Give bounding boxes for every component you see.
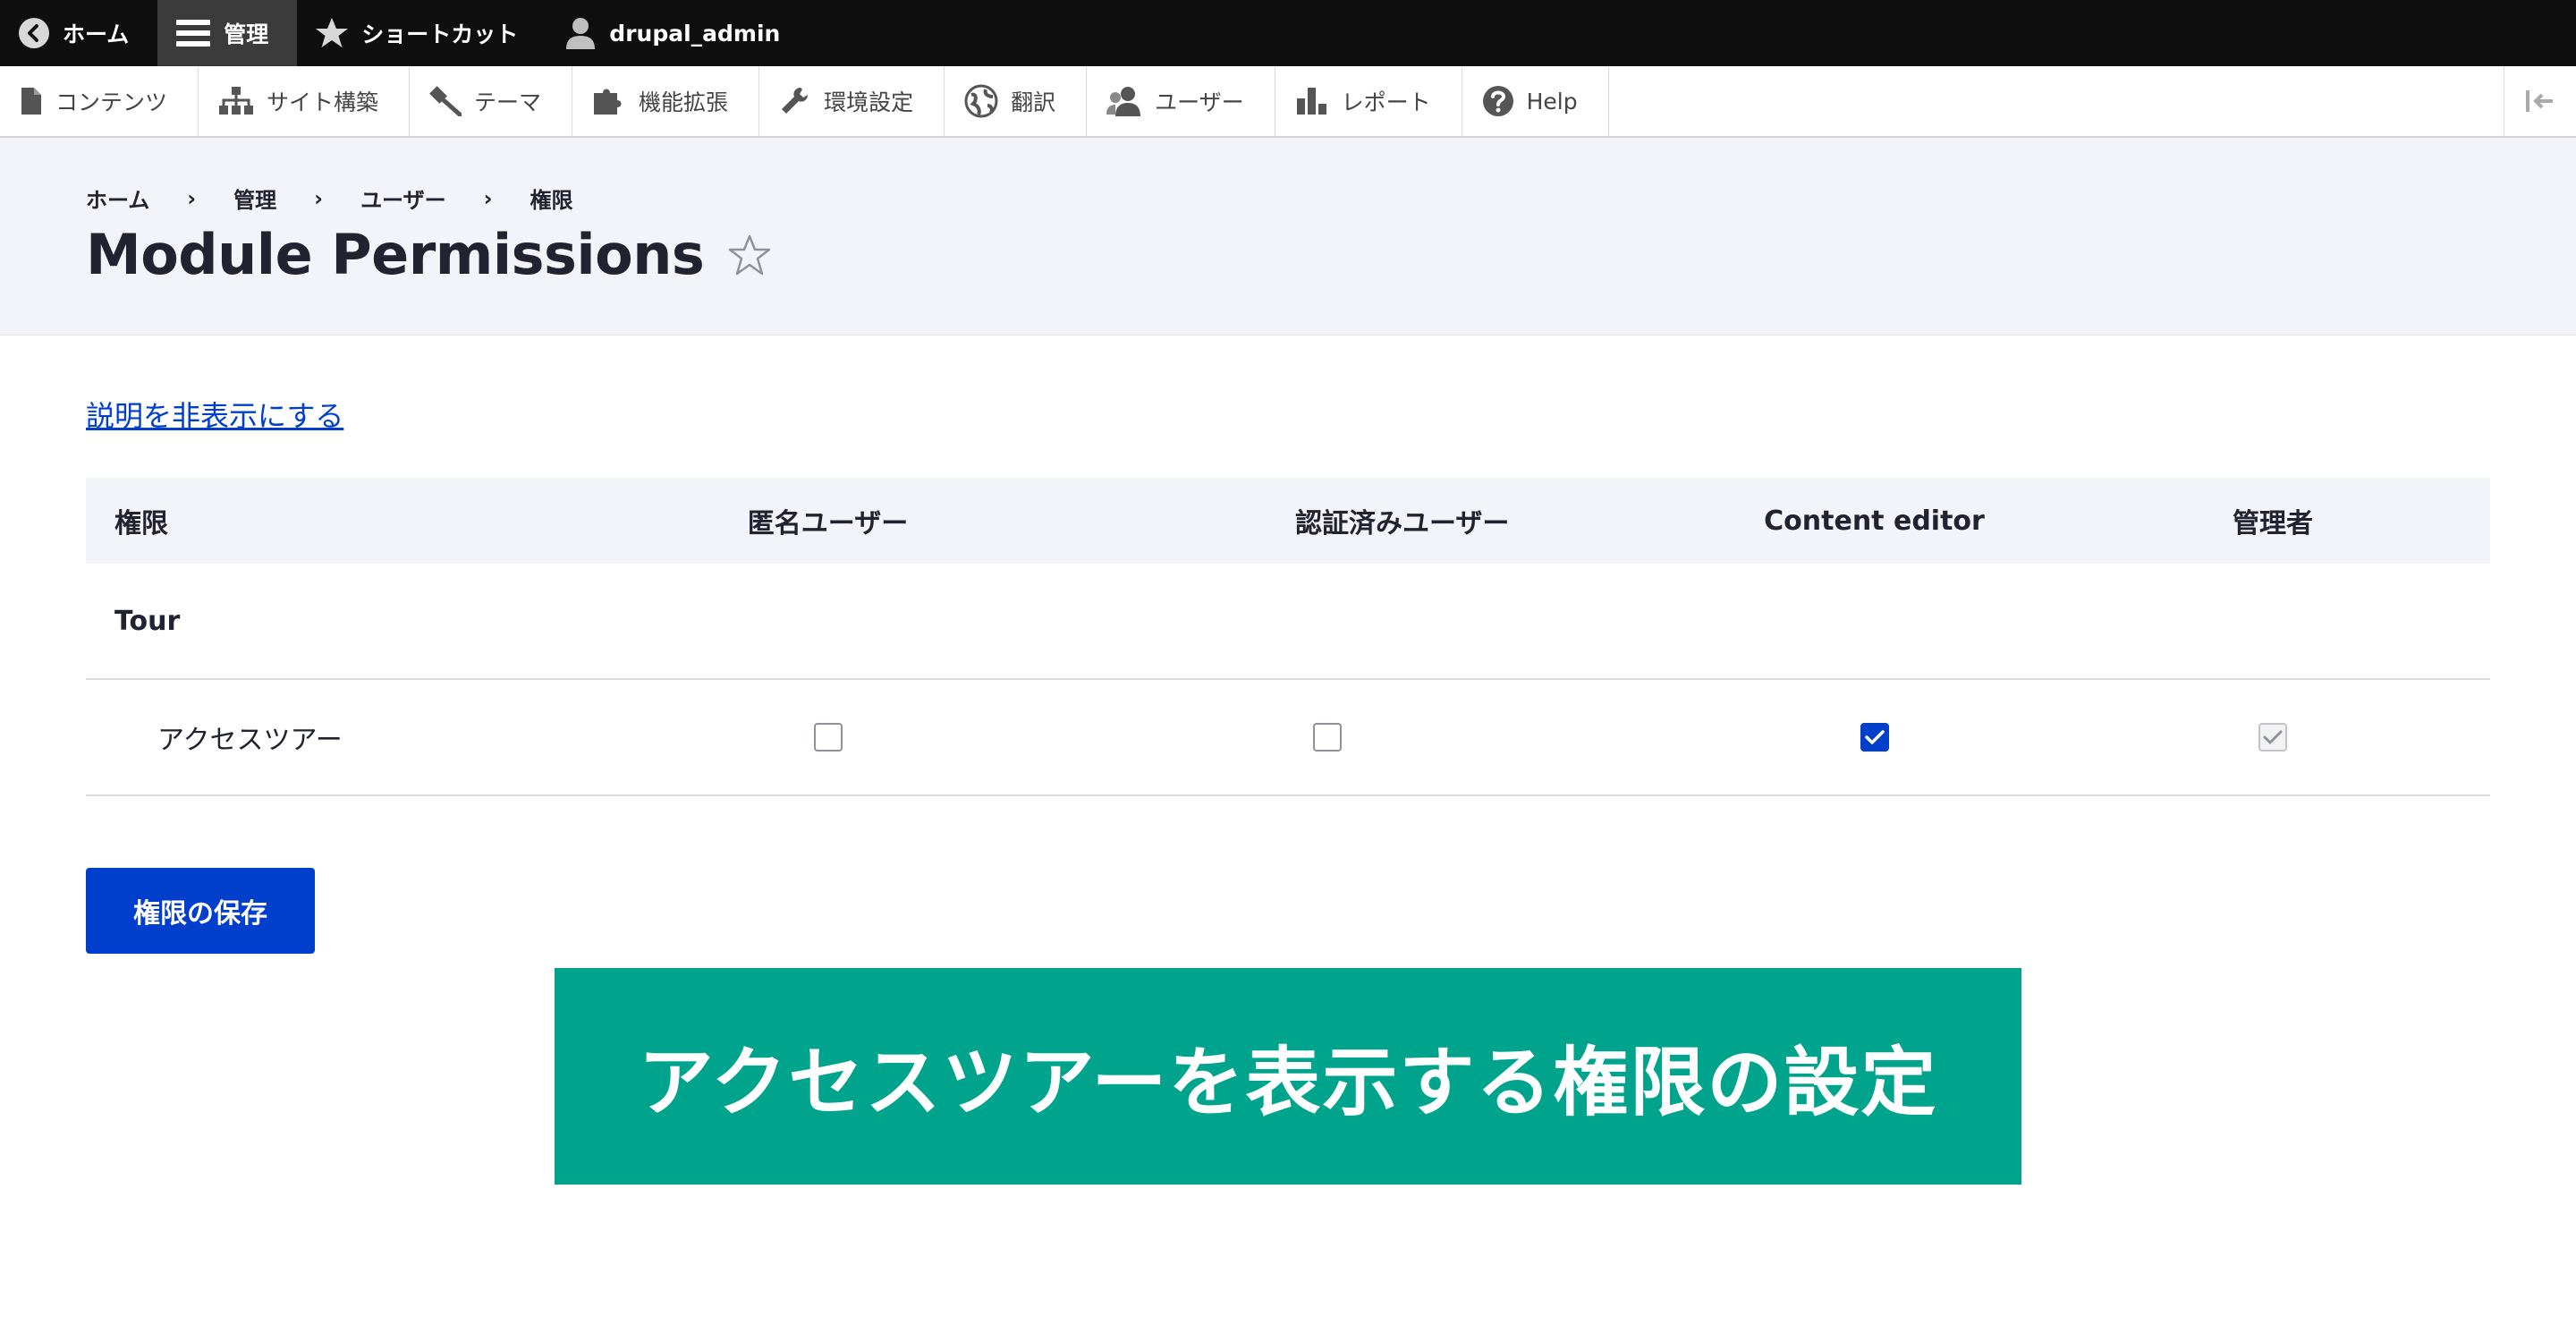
tray-item-structure[interactable]: サイト構築 (199, 66, 411, 136)
tray-item-label: 翻訳 (1011, 89, 1056, 115)
checkmark-icon (2263, 730, 2283, 744)
header-authenticated: 認証済みユーザー (1295, 508, 1510, 539)
tray-item-label: 機能拡張 (639, 89, 729, 115)
tray-item-help[interactable]: Help (1462, 66, 1609, 136)
toolbar-user-label: drupal_admin (609, 20, 781, 47)
module-group-row: Tour (86, 564, 2490, 680)
tray-item-label: レポート (1341, 89, 1431, 115)
globe-icon (964, 84, 998, 118)
anonymous-cell (669, 723, 987, 752)
toolbar-manage[interactable]: 管理 (157, 0, 298, 66)
authenticated-checkbox[interactable] (1313, 723, 1342, 752)
tray-orientation-toggle[interactable] (2504, 66, 2576, 136)
breadcrumb-separator: › (314, 185, 324, 211)
people-icon (1106, 85, 1142, 117)
header-permission: 権限 (114, 508, 168, 539)
permissions-table: 権限 匿名ユーザー 認証済みユーザー Content editor 管理者 To… (86, 478, 2490, 796)
shortcut-star-icon[interactable] (727, 234, 772, 276)
user-icon (564, 16, 597, 50)
tray-item-label: テーマ (474, 89, 542, 115)
tray-item-label: サイト構築 (267, 89, 379, 115)
tray-item-appearance[interactable]: テーマ (410, 66, 573, 136)
toolbar-home[interactable]: ホーム (0, 0, 157, 66)
tray-item-people[interactable]: ユーザー (1087, 66, 1275, 136)
help-icon (1482, 85, 1514, 117)
tray-item-translate[interactable]: 翻訳 (945, 66, 1088, 136)
tray-item-label: ユーザー (1155, 89, 1244, 115)
wrench-icon (779, 86, 811, 116)
tray-item-content[interactable]: コンテンツ (0, 66, 199, 136)
back-arrow-icon (18, 17, 50, 49)
toolbar-shortcuts-label: ショートカット (361, 21, 519, 47)
breadcrumb-people[interactable]: ユーザー (360, 183, 446, 214)
tray-item-extend[interactable]: 機能拡張 (572, 66, 760, 136)
administrator-checkbox (2258, 723, 2287, 752)
breadcrumb-home[interactable]: ホーム (86, 183, 149, 214)
admin-toolbar: ホーム 管理 ショートカット drupal_admin (0, 0, 2576, 66)
toolbar-user[interactable]: drupal_admin (547, 0, 809, 66)
page-header: ホーム › 管理 › ユーザー › 権限 Module Permissions (0, 138, 2576, 336)
breadcrumb: ホーム › 管理 › ユーザー › 権限 (86, 183, 572, 214)
content-editor-cell (1693, 723, 2055, 752)
page-title: Module Permissions (86, 222, 705, 287)
collapse-arrow-icon (2524, 89, 2556, 114)
anonymous-checkbox[interactable] (813, 723, 843, 752)
checkmark-icon (1864, 730, 1885, 744)
toolbar-manage-label: 管理 (224, 21, 269, 47)
toolbar-home-label: ホーム (63, 21, 130, 47)
sitemap-icon (218, 86, 254, 116)
table-header: 権限 匿名ユーザー 認証済みユーザー Content editor 管理者 (86, 478, 2490, 564)
authenticated-cell (987, 723, 1693, 752)
hide-descriptions-link[interactable]: 説明を非表示にする (86, 394, 343, 435)
tray-item-label: コンテンツ (55, 89, 168, 115)
permission-label: アクセスツアー (157, 725, 343, 756)
tray-item-reports[interactable]: レポート (1275, 66, 1462, 136)
puzzle-icon (592, 86, 626, 116)
caption-banner: アクセスツアーを表示する権限の設定 (555, 968, 2021, 1185)
breadcrumb-admin[interactable]: 管理 (233, 183, 276, 214)
tray-item-label: 環境設定 (824, 89, 914, 115)
bar-chart-icon (1295, 86, 1329, 116)
header-administrator: 管理者 (2233, 508, 2313, 539)
menu-icon (175, 17, 211, 49)
breadcrumb-permissions[interactable]: 権限 (530, 183, 572, 214)
administrator-cell (2055, 723, 2490, 752)
table-row: アクセスツアー (86, 680, 2490, 796)
tray-item-label: Help (1526, 88, 1578, 115)
breadcrumb-separator: › (187, 185, 197, 211)
toolbar-shortcuts[interactable]: ショートカット (297, 0, 547, 66)
tray-item-config[interactable]: 環境設定 (759, 66, 945, 136)
admin-menu-tray: コンテンツ サイト構築 テーマ 機能拡張 環境設定 翻訳 ユーザー レポート H… (0, 66, 2576, 138)
breadcrumb-separator: › (483, 185, 493, 211)
header-content-editor: Content editor (1764, 505, 1985, 537)
star-icon (315, 17, 349, 49)
header-anonymous: 匿名ユーザー (747, 508, 909, 539)
page-title-row: Module Permissions (86, 222, 772, 287)
file-icon (20, 87, 43, 115)
content-editor-checkbox[interactable] (1860, 723, 1889, 752)
hammer-icon (429, 86, 462, 116)
save-permissions-button[interactable]: 権限の保存 (86, 868, 315, 954)
